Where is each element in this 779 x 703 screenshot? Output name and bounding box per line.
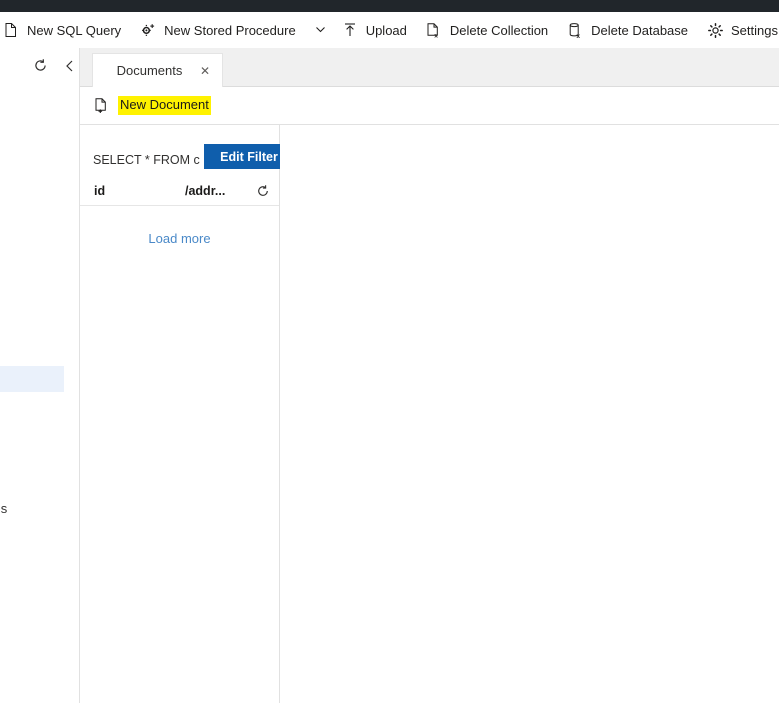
documents-column-header: id /addr...: [80, 177, 279, 206]
column-header-partition-key: /addr...: [185, 184, 226, 198]
delete-collection-button[interactable]: x Delete Collection: [416, 12, 557, 48]
resource-tree-rail: es nctions: [0, 48, 80, 703]
settings-button[interactable]: Settings: [697, 12, 779, 48]
load-more-link[interactable]: Load more: [80, 231, 279, 246]
collapse-tree-button[interactable]: [60, 57, 79, 77]
document-editor-pane: [280, 125, 779, 703]
column-header-id: id: [94, 184, 106, 198]
new-sql-query-button[interactable]: New SQL Query: [0, 12, 130, 48]
command-toolbar: New SQL Query New Stored Procedure Uploa…: [0, 12, 779, 48]
tab-documents-label: Documents: [116, 63, 183, 78]
new-document-icon: [92, 97, 110, 115]
delete-collection-label: Delete Collection: [449, 22, 549, 38]
filter-row: SELECT * FROM c Edit Filter: [80, 141, 294, 179]
tree-item-user-defined-functions[interactable]: nctions: [0, 501, 7, 516]
refresh-documents-button[interactable]: [255, 183, 271, 199]
refresh-tree-button[interactable]: [30, 57, 50, 77]
new-stored-procedure-label: New Stored Procedure: [164, 22, 296, 38]
svg-text:x: x: [576, 32, 580, 38]
tab-documents[interactable]: Documents ✕: [92, 53, 223, 87]
new-stored-procedure-button[interactable]: New Stored Procedure: [130, 12, 305, 48]
delete-database-icon: x: [566, 21, 584, 39]
delete-database-label: Delete Database: [591, 22, 689, 38]
settings-label: Settings: [731, 22, 778, 38]
chevron-down-icon: [315, 23, 326, 38]
stored-procedure-split-chevron[interactable]: [313, 12, 332, 48]
upload-button[interactable]: Upload: [332, 12, 416, 48]
rail-action-group: [30, 57, 79, 77]
delete-collection-icon: x: [425, 21, 443, 39]
upload-icon: [341, 21, 359, 39]
documents-list-pane: SELECT * FROM c Edit Filter id /addr... …: [80, 125, 294, 703]
new-document-label: New Document: [118, 96, 211, 115]
new-document-button[interactable]: New Document: [92, 91, 211, 121]
sql-query-icon: [2, 21, 20, 39]
close-icon[interactable]: ✕: [198, 64, 212, 78]
refresh-icon: [258, 185, 268, 196]
document-command-row: New Document: [80, 87, 779, 125]
new-sql-query-label: New SQL Query: [27, 22, 122, 38]
upload-label: Upload: [365, 22, 407, 38]
tree-item-label: nctions: [0, 501, 8, 516]
tab-strip: Documents ✕: [80, 48, 779, 87]
svg-text:x: x: [435, 32, 439, 38]
tree-item-selected[interactable]: [0, 366, 64, 392]
delete-database-button[interactable]: x Delete Database: [557, 12, 697, 48]
window-chrome-strip: [0, 0, 779, 12]
filter-query-text: SELECT * FROM c: [93, 153, 200, 167]
settings-gear-icon: [706, 21, 724, 39]
chevron-left-icon: [63, 59, 77, 76]
stored-procedure-icon: [139, 21, 157, 39]
refresh-icon: [33, 58, 48, 76]
